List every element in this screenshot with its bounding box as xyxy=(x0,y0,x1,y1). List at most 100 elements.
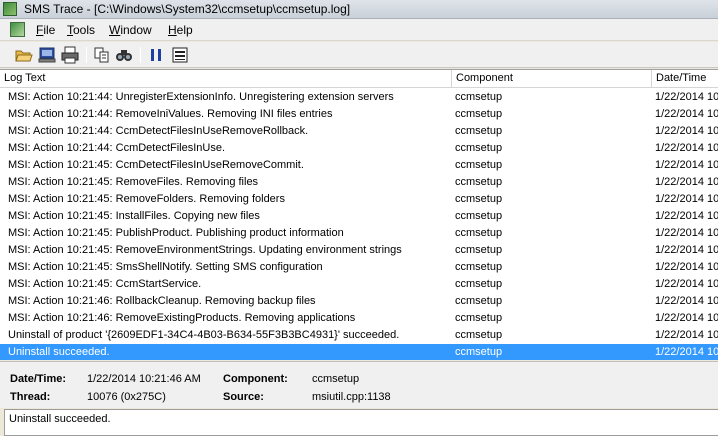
component-cell: ccmsetup xyxy=(455,108,503,120)
component-cell: ccmsetup xyxy=(455,329,503,341)
datetime-cell: 1/22/2014 10 xyxy=(655,278,718,290)
table-row[interactable]: MSI: Action 10:21:44: RemoveIniValues. R… xyxy=(0,106,718,123)
log-text-cell: Uninstall succeeded. xyxy=(8,346,110,358)
toolbar xyxy=(0,42,718,68)
datetime-value: 1/22/2014 10:21:46 AM xyxy=(87,373,201,385)
table-row[interactable]: MSI: Action 10:21:45: InstallFiles. Copy… xyxy=(0,208,718,225)
datetime-cell: 1/22/2014 10 xyxy=(655,312,718,324)
log-text-cell: MSI: Action 10:21:45: RemoveFiles. Remov… xyxy=(8,176,259,188)
log-text-cell: MSI: Action 10:21:46: RollbackCleanup. R… xyxy=(8,295,316,307)
log-text-cell: MSI: Action 10:21:46: RemoveExistingProd… xyxy=(8,312,356,324)
datetime-cell: 1/22/2014 10 xyxy=(655,227,718,239)
find-icon[interactable] xyxy=(115,46,133,64)
log-text-cell: MSI: Action 10:21:45: CcmDetectFilesInUs… xyxy=(8,159,304,171)
datetime-cell: 1/22/2014 10 xyxy=(655,329,718,341)
component-cell: ccmsetup xyxy=(455,346,503,358)
table-row[interactable]: MSI: Action 10:21:46: RemoveExistingProd… xyxy=(0,310,718,327)
thread-value: 10076 (0x275C) xyxy=(87,391,166,403)
details-pane: Date/Time: 1/22/2014 10:21:46 AM Compone… xyxy=(0,361,718,408)
datetime-cell: 1/22/2014 10 xyxy=(655,108,718,120)
highlight-icon[interactable] xyxy=(171,46,189,64)
log-text-cell: MSI: Action 10:21:44: CcmDetectFilesInUs… xyxy=(8,142,226,154)
table-row[interactable]: MSI: Action 10:21:45: CcmStartService. cc… xyxy=(0,276,718,293)
log-text-cell: MSI: Action 10:21:45: InstallFiles. Copy… xyxy=(8,210,260,222)
thread-label: Thread: xyxy=(10,391,51,403)
component-cell: ccmsetup xyxy=(455,91,503,103)
menu-window[interactable]: Window xyxy=(106,22,155,38)
toolbar-separator xyxy=(86,47,87,63)
table-row[interactable]: MSI: Action 10:21:44: UnregisterExtensio… xyxy=(0,89,718,106)
open-icon[interactable] xyxy=(15,46,33,64)
document-icon[interactable] xyxy=(10,22,25,37)
table-row[interactable]: MSI: Action 10:21:44: CcmDetectFilesInUs… xyxy=(0,140,718,157)
menu-help[interactable]: Help xyxy=(165,22,196,38)
column-header-log-text[interactable]: Log Text xyxy=(0,70,452,88)
datetime-cell: 1/22/2014 10 xyxy=(655,244,718,256)
menu-bar: File Tools Window Help xyxy=(0,19,718,41)
component-cell: ccmsetup xyxy=(455,312,503,324)
component-cell: ccmsetup xyxy=(455,125,503,137)
datetime-cell: 1/22/2014 10 xyxy=(655,142,718,154)
component-cell: ccmsetup xyxy=(455,261,503,273)
log-text-cell: MSI: Action 10:21:45: CcmStartService. xyxy=(8,278,202,290)
component-cell: ccmsetup xyxy=(455,159,503,171)
datetime-cell: 1/22/2014 10 xyxy=(655,295,718,307)
table-row[interactable]: MSI: Action 10:21:45: PublishProduct. Pu… xyxy=(0,225,718,242)
datetime-cell: 1/22/2014 10 xyxy=(655,176,718,188)
message-box[interactable]: Uninstall succeeded. xyxy=(4,409,718,436)
column-header-datetime[interactable]: Date/Time xyxy=(652,70,718,88)
component-cell: ccmsetup xyxy=(455,142,503,154)
table-row[interactable]: MSI: Action 10:21:45: SmsShellNotify. Se… xyxy=(0,259,718,276)
list-rows: MSI: Action 10:21:44: UnregisterExtensio… xyxy=(0,89,718,360)
title-bar: SMS Trace - [C:\Windows\System32\ccmsetu… xyxy=(0,0,718,19)
datetime-cell: 1/22/2014 10 xyxy=(655,261,718,273)
table-row[interactable]: MSI: Action 10:21:46: RollbackCleanup. R… xyxy=(0,293,718,310)
log-text-cell: Uninstall of product '{2609EDF1-34C4-4B0… xyxy=(8,329,400,341)
table-row[interactable]: Uninstall succeeded. ccmsetup 1/22/2014 10 xyxy=(0,344,718,360)
component-cell: ccmsetup xyxy=(455,176,503,188)
component-cell: ccmsetup xyxy=(455,244,503,256)
menu-file[interactable]: File xyxy=(33,22,58,38)
column-header-component[interactable]: Component xyxy=(452,70,652,88)
source-value: msiutil.cpp:1138 xyxy=(312,391,391,403)
table-row[interactable]: MSI: Action 10:21:45: RemoveFiles. Remov… xyxy=(0,174,718,191)
window-title: SMS Trace - [C:\Windows\System32\ccmsetu… xyxy=(24,2,351,16)
datetime-cell: 1/22/2014 10 xyxy=(655,91,718,103)
log-text-cell: MSI: Action 10:21:45: RemoveEnvironmentS… xyxy=(8,244,402,256)
print-icon[interactable] xyxy=(61,46,79,64)
datetime-label: Date/Time: xyxy=(10,373,67,385)
log-text-cell: MSI: Action 10:21:44: CcmDetectFilesInUs… xyxy=(8,125,309,137)
pause-icon[interactable] xyxy=(147,46,165,64)
log-text-cell: MSI: Action 10:21:45: PublishProduct. Pu… xyxy=(8,227,344,239)
log-text-cell: MSI: Action 10:21:45: SmsShellNotify. Se… xyxy=(8,261,323,273)
component-cell: ccmsetup xyxy=(455,210,503,222)
datetime-cell: 1/22/2014 10 xyxy=(655,125,718,137)
menu-tools[interactable]: Tools xyxy=(64,22,98,38)
datetime-cell: 1/22/2014 10 xyxy=(655,193,718,205)
table-row[interactable]: MSI: Action 10:21:45: RemoveEnvironmentS… xyxy=(0,242,718,259)
component-label: Component: xyxy=(223,373,288,385)
copy-icon[interactable] xyxy=(93,46,111,64)
toolbar-separator xyxy=(140,47,141,63)
component-cell: ccmsetup xyxy=(455,295,503,307)
log-list[interactable]: Log Text Component Date/Time MSI: Action… xyxy=(0,69,718,360)
log-text-cell: MSI: Action 10:21:45: RemoveFolders. Rem… xyxy=(8,193,285,205)
component-cell: ccmsetup xyxy=(455,227,503,239)
log-text-cell: MSI: Action 10:21:44: UnregisterExtensio… xyxy=(8,91,394,103)
component-cell: ccmsetup xyxy=(455,193,503,205)
component-value: ccmsetup xyxy=(312,373,360,385)
list-header: Log Text Component Date/Time xyxy=(0,70,718,88)
table-row[interactable]: MSI: Action 10:21:44: CcmDetectFilesInUs… xyxy=(0,123,718,140)
datetime-cell: 1/22/2014 10 xyxy=(655,159,718,171)
log-text-cell: MSI: Action 10:21:44: RemoveIniValues. R… xyxy=(8,108,333,120)
component-cell: ccmsetup xyxy=(455,278,503,290)
table-row[interactable]: MSI: Action 10:21:45: RemoveFolders. Rem… xyxy=(0,191,718,208)
datetime-cell: 1/22/2014 10 xyxy=(655,346,718,358)
table-row[interactable]: MSI: Action 10:21:45: CcmDetectFilesInUs… xyxy=(0,157,718,174)
app-icon xyxy=(3,2,17,16)
table-row[interactable]: Uninstall of product '{2609EDF1-34C4-4B0… xyxy=(0,327,718,344)
source-label: Source: xyxy=(223,391,264,403)
print-preview-icon[interactable] xyxy=(38,46,56,64)
datetime-cell: 1/22/2014 10 xyxy=(655,210,718,222)
message-text: Uninstall succeeded. xyxy=(9,413,111,425)
